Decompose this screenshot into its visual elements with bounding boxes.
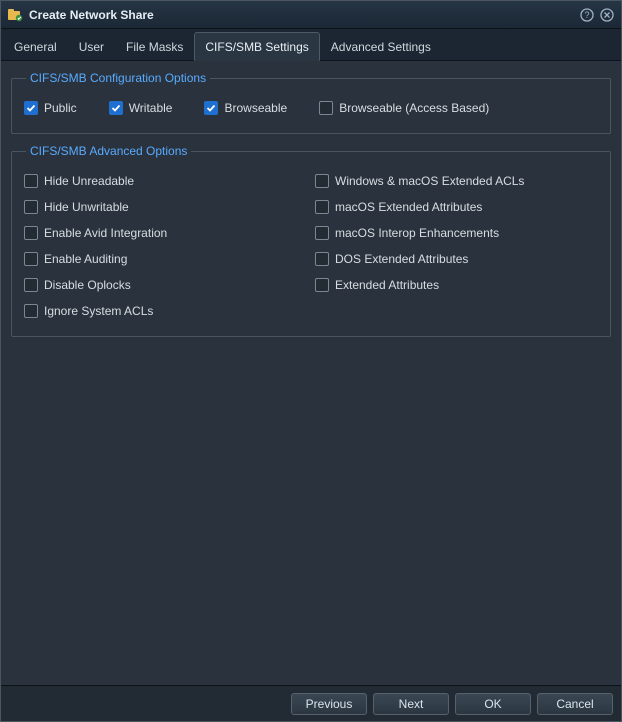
checkbox-hide-unreadable[interactable]: Hide Unreadable [24,168,307,194]
button-label: Previous [306,697,353,711]
tab-general[interactable]: General [3,32,68,60]
checkbox-box [315,226,329,240]
checkbox-box [109,101,123,115]
next-button[interactable]: Next [373,693,449,715]
checkbox-label: Hide Unreadable [44,174,134,188]
share-folder-icon [7,7,23,23]
checkbox-box [24,174,38,188]
checkbox-label: Browseable (Access Based) [339,101,489,115]
checkbox-label: Ignore System ACLs [44,304,153,318]
group-legend: CIFS/SMB Advanced Options [26,144,191,158]
config-options-row: Public Writable Browseable Browseable (A… [24,95,598,121]
checkbox-box [24,252,38,266]
checkbox-browseable[interactable]: Browseable [204,95,287,121]
checkbox-box [315,278,329,292]
checkbox-label: Hide Unwritable [44,200,129,214]
checkbox-box [24,226,38,240]
advanced-right-column: Windows & macOS Extended ACLs macOS Exte… [315,168,598,324]
checkbox-public[interactable]: Public [24,95,77,121]
group-config-options: CIFS/SMB Configuration Options Public Wr… [11,71,611,134]
checkbox-hide-unwritable[interactable]: Hide Unwritable [24,194,307,220]
checkbox-box [24,304,38,318]
checkbox-disable-oplocks[interactable]: Disable Oplocks [24,272,307,298]
checkbox-label: Writable [129,101,173,115]
checkbox-label: Extended Attributes [335,278,439,292]
advanced-options-grid: Hide Unreadable Hide Unwritable Enable A… [24,168,598,324]
checkbox-enable-auditing[interactable]: Enable Auditing [24,246,307,272]
checkbox-extended-attributes[interactable]: Extended Attributes [315,272,598,298]
checkbox-label: Browseable [224,101,287,115]
checkbox-box [24,200,38,214]
checkbox-label: Enable Auditing [44,252,127,266]
tab-cifs-smb-settings[interactable]: CIFS/SMB Settings [194,32,319,61]
checkbox-label: Enable Avid Integration [44,226,167,240]
button-label: Next [399,697,424,711]
tab-file-masks[interactable]: File Masks [115,32,194,60]
checkbox-label: Public [44,101,77,115]
checkbox-macos-interop-enhancements[interactable]: macOS Interop Enhancements [315,220,598,246]
tab-content: CIFS/SMB Configuration Options Public Wr… [1,61,621,685]
checkbox-label: macOS Extended Attributes [335,200,482,214]
button-label: OK [484,697,501,711]
checkbox-dos-extended-attributes[interactable]: DOS Extended Attributes [315,246,598,272]
help-icon[interactable]: ? [579,7,595,23]
checkbox-label: macOS Interop Enhancements [335,226,499,240]
tab-label: Advanced Settings [331,40,431,54]
ok-button[interactable]: OK [455,693,531,715]
button-label: Cancel [556,697,593,711]
checkbox-box [204,101,218,115]
titlebar: Create Network Share ? [1,1,621,29]
svg-text:?: ? [584,10,589,20]
close-icon[interactable] [599,7,615,23]
checkbox-box [315,174,329,188]
checkbox-label: Windows & macOS Extended ACLs [335,174,524,188]
window-title: Create Network Share [29,8,575,22]
checkbox-label: Disable Oplocks [44,278,131,292]
tab-label: User [79,40,104,54]
dialog-window: Create Network Share ? General User File… [0,0,622,722]
checkbox-box [24,101,38,115]
checkbox-enable-avid-integration[interactable]: Enable Avid Integration [24,220,307,246]
checkbox-box [315,200,329,214]
previous-button[interactable]: Previous [291,693,367,715]
checkbox-label: DOS Extended Attributes [335,252,468,266]
tab-label: CIFS/SMB Settings [205,40,308,54]
checkbox-box [319,101,333,115]
advanced-left-column: Hide Unreadable Hide Unwritable Enable A… [24,168,307,324]
checkbox-windows-macos-extended-acls[interactable]: Windows & macOS Extended ACLs [315,168,598,194]
checkbox-macos-extended-attributes[interactable]: macOS Extended Attributes [315,194,598,220]
checkbox-box [315,252,329,266]
cancel-button[interactable]: Cancel [537,693,613,715]
tab-label: File Masks [126,40,183,54]
tab-user[interactable]: User [68,32,115,60]
group-advanced-options: CIFS/SMB Advanced Options Hide Unreadabl… [11,144,611,337]
dialog-footer: Previous Next OK Cancel [1,685,621,721]
tab-label: General [14,40,57,54]
checkbox-ignore-system-acls[interactable]: Ignore System ACLs [24,298,307,324]
tab-bar: General User File Masks CIFS/SMB Setting… [1,29,621,61]
checkbox-box [24,278,38,292]
tab-advanced-settings[interactable]: Advanced Settings [320,32,442,60]
group-legend: CIFS/SMB Configuration Options [26,71,210,85]
checkbox-writable[interactable]: Writable [109,95,173,121]
checkbox-browseable-access-based[interactable]: Browseable (Access Based) [319,95,489,121]
